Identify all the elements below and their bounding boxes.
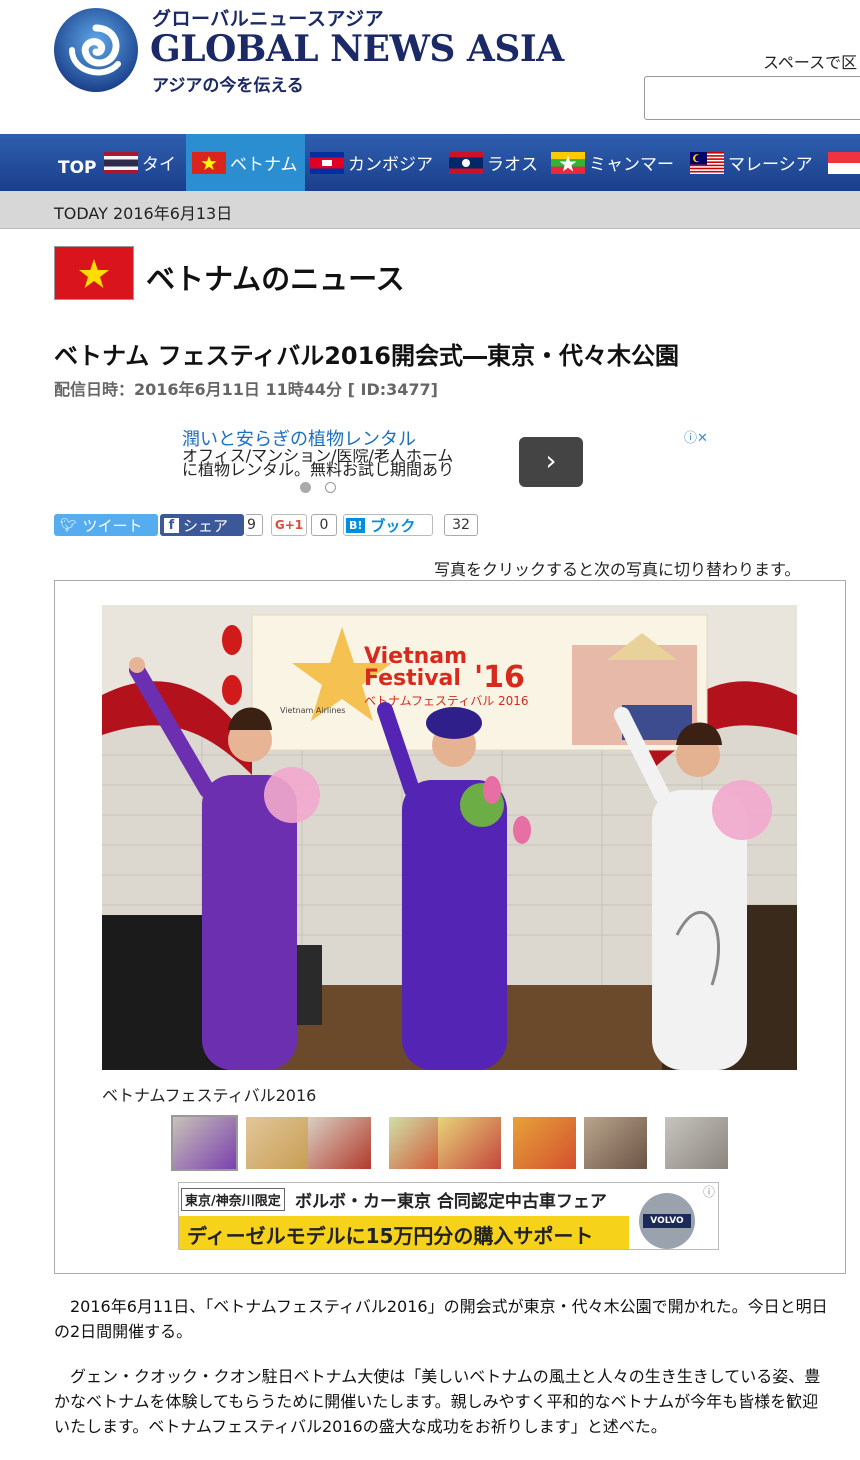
photo-thumbnail[interactable] [308, 1117, 371, 1169]
tweet-label: ツイート [82, 516, 143, 535]
today-bar: TODAY 2016年6月13日 [0, 191, 860, 229]
tweet-button[interactable]: 🐦︎ ツイート [54, 514, 158, 536]
hatena-icon: B! [346, 517, 366, 533]
photo-thumbnail[interactable] [513, 1117, 576, 1169]
nav-item-cambodia[interactable]: カンボジア [310, 134, 433, 191]
photo-thumbnail[interactable] [246, 1117, 309, 1169]
google-plus-button[interactable]: G+1 [271, 514, 307, 536]
ad-next-button[interactable]: › [519, 437, 583, 487]
twitter-bird-icon: 🐦︎ [60, 517, 77, 533]
ad-info-icon[interactable]: ⓘ [703, 1183, 715, 1200]
ad-description[interactable]: オフィス/マンション/医院/老人ホーム に植物レンタル。無料お試し期間あり [182, 449, 472, 481]
photo-thumbnail[interactable] [665, 1117, 728, 1169]
ad-title-link[interactable]: 潤いと安らぎの植物レンタル [182, 425, 416, 451]
nav-top[interactable]: TOP [58, 134, 97, 191]
article-paragraph: グェン・クオック・クオン駐日ベトナム大使は「美しいベトナムの風土と人々の生き生き… [54, 1367, 821, 1436]
nav-item-malaysia[interactable]: マレーシア [690, 134, 813, 191]
section-title: ベトナムのニュース [146, 262, 405, 296]
banner-text-festival: Festival [364, 666, 461, 691]
photo-caption: ベトナムフェスティバル2016 [102, 1086, 317, 1105]
nav-item-label: カンボジア [348, 155, 433, 175]
laos-flag-icon [449, 151, 483, 174]
nav-item-thailand[interactable]: タイ [104, 134, 176, 191]
singapore-flag-icon [828, 151, 860, 174]
photo-thumbnail[interactable] [584, 1117, 647, 1169]
facebook-count: 9 [245, 514, 263, 536]
vietnam-flag-icon [54, 246, 134, 300]
nav-item-vietnam[interactable]: ベトナム [186, 134, 305, 191]
nav-item-label: ラオス [487, 155, 538, 175]
logo-japanese-text[interactable]: グローバルニュースアジア [152, 4, 384, 31]
facebook-icon: f [164, 517, 179, 533]
hatena-label: ブック [370, 516, 416, 535]
article-meta: 配信日時：2016年6月11日 11時44分 [ ID:3477] [54, 380, 438, 399]
nav-top-label: TOP [58, 157, 97, 178]
myanmar-flag-icon [551, 151, 585, 174]
nav-item-singapore[interactable] [828, 134, 860, 191]
nav-item-label: ミャンマー [589, 155, 674, 175]
nav-item-myanmar[interactable]: ミャンマー [551, 134, 674, 191]
ad-headline: ボルボ・カー東京 合同認定中古車フェア [295, 1192, 607, 1212]
nav-item-label: タイ [142, 155, 176, 175]
ad-subheadline: ディーゼルモデルに15万円分の購入サポート [187, 1224, 594, 1248]
site-header: グローバルニュースアジア GLOBAL NEWS ASIA アジアの今を伝える … [0, 0, 860, 134]
article-title: ベトナム フェスティバル2016開会式―東京・代々木公園 [54, 342, 679, 370]
today-date: TODAY 2016年6月13日 [54, 204, 233, 223]
country-nav: TOP タイ ベトナム カンボジア ラオス ミャンマー マレーシア [0, 134, 860, 191]
article-paragraph: 2016年6月11日、「ベトナムフェスティバル2016」の開会式が東京・代々木公… [54, 1297, 828, 1341]
search-input[interactable] [644, 76, 860, 120]
malaysia-flag-icon [690, 151, 724, 174]
ad-info-close-icon[interactable]: ⓘ✕ [684, 427, 708, 446]
hatena-count: 32 [444, 514, 478, 536]
hatena-bookmark-button[interactable]: B! ブック [343, 514, 433, 536]
volvo-logo-icon: VOLVO [639, 1193, 695, 1249]
nav-item-label: マレーシア [728, 155, 813, 175]
cambodia-flag-icon [310, 151, 344, 174]
banner-sponsor: Vietnam Airlines [280, 706, 345, 715]
facebook-share-label: シェア [183, 516, 229, 535]
ad-carousel-dot-active[interactable] [300, 482, 311, 493]
photo-click-note: 写真をクリックすると次の写真に切り替わります。 [434, 560, 801, 579]
ad-region-tag: 東京/神奈川限定 [181, 1188, 285, 1211]
logo-tagline: アジアの今を伝える [152, 76, 304, 96]
ad-carousel-dot[interactable] [325, 482, 336, 493]
google-plus-count: 0 [311, 514, 337, 536]
vietnam-flag-icon [192, 151, 226, 174]
nav-item-label: ベトナム [230, 155, 298, 175]
photo-thumbnail[interactable] [438, 1117, 501, 1169]
logo-english-text[interactable]: GLOBAL NEWS ASIA [150, 28, 564, 70]
banner-text-year: '16 [474, 660, 525, 695]
thailand-flag-icon [104, 151, 138, 174]
main-photo[interactable]: Vietnam Festival '16 ベトナムフェスティバル 2016 Vi… [102, 605, 797, 1070]
facebook-share-button[interactable]: f シェア [160, 514, 244, 536]
logo-swirl-icon[interactable] [52, 6, 140, 94]
nav-item-laos[interactable]: ラオス [449, 134, 538, 191]
search-label: スペースで区 [763, 53, 858, 72]
volvo-logo-text: VOLVO [643, 1214, 691, 1228]
volvo-ad-banner[interactable]: 東京/神奈川限定 ボルボ・カー東京 合同認定中古車フェア ディーゼルモデルに15… [178, 1182, 719, 1250]
photo-thumbnail[interactable] [171, 1115, 238, 1171]
